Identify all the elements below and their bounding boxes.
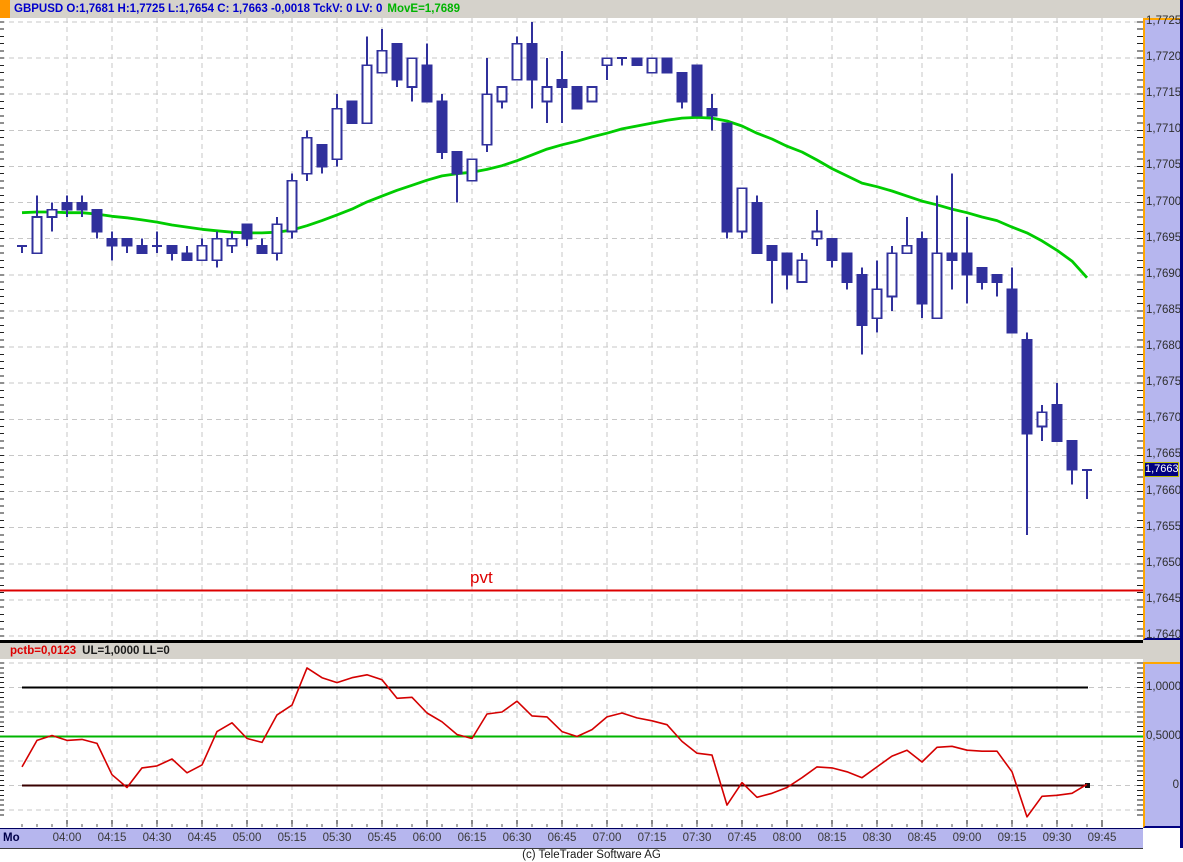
time-axis-label: 06:00	[412, 832, 442, 844]
price-axis-label: 1,7640	[1146, 628, 1182, 641]
price-axis-label: 1,7670	[1146, 412, 1182, 425]
symbol-quote-text: GBPUSD O:1,7681 H:1,7725 L:1,7654 C: 1,7…	[14, 3, 383, 15]
chart-window: GBPUSD O:1,7681 H:1,7725 L:1,7654 C: 1,7…	[0, 0, 1183, 862]
time-axis-label: 09:00	[952, 832, 982, 844]
moving-average-value-text: MovE=1,7689	[387, 3, 460, 15]
time-axis-label: 05:15	[277, 832, 307, 844]
indicator-axis-label: 1,0000	[1146, 680, 1182, 693]
indicator-value-text: pctb=0,0123	[10, 645, 77, 657]
time-axis-label: 07:45	[727, 832, 757, 844]
time-axis-label: 04:00	[52, 832, 82, 844]
indicator-axis-label: 0	[1172, 778, 1179, 791]
time-axis-label: 07:00	[592, 832, 622, 844]
time-axis-label: 06:15	[457, 832, 487, 844]
indicator-params-text: UL=1,0000 LL=0	[82, 645, 170, 657]
price-axis-label: 1,7650	[1146, 556, 1182, 569]
price-axis-label: 1,7710	[1146, 123, 1182, 136]
price-axis-label: 1,7680	[1146, 340, 1182, 353]
time-axis-label: 06:30	[502, 832, 532, 844]
price-axis-label: 1,7665	[1146, 448, 1182, 461]
time-axis-label: 07:30	[682, 832, 712, 844]
price-axis-label: 1,7725	[1146, 15, 1182, 27]
time-axis-label: 06:45	[547, 832, 577, 844]
price-axis-label: 1,7690	[1146, 267, 1182, 280]
time-axis-label: 04:30	[142, 832, 172, 844]
indicator-header-bar: pctb=0,0123 UL=1,0000 LL=0	[0, 643, 1143, 659]
price-axis-label: 1,7705	[1146, 159, 1182, 172]
price-axis-label: 1,7675	[1146, 376, 1182, 389]
price-axis-label: 1,7700	[1146, 195, 1182, 208]
time-axis-label: 05:45	[367, 832, 397, 844]
price-axis-label: 1,7660	[1146, 484, 1182, 497]
time-axis-label: 04:15	[97, 832, 127, 844]
time-axis-label: 08:45	[907, 832, 937, 844]
price-axis-label: 1,7655	[1146, 520, 1182, 533]
current-price-tag: 1,7663	[1144, 462, 1179, 477]
time-axis-label: 08:15	[817, 832, 847, 844]
time-axis-label: 07:15	[637, 832, 667, 844]
price-axis-label: 1,7645	[1146, 592, 1182, 605]
chart-canvas[interactable]	[0, 0, 1183, 862]
price-axis-label: 1,7715	[1146, 87, 1182, 100]
quote-header-bar: GBPUSD O:1,7681 H:1,7725 L:1,7654 C: 1,7…	[0, 0, 1183, 18]
time-axis-label: 09:15	[997, 832, 1027, 844]
pvt-line-label: pvt	[470, 568, 493, 587]
price-axis-label: 1,7685	[1146, 303, 1182, 316]
time-axis-label: 08:30	[862, 832, 892, 844]
time-axis-label: 08:00	[772, 832, 802, 844]
time-axis-label: 09:45	[1087, 832, 1117, 844]
time-axis-label: 05:00	[232, 832, 262, 844]
time-axis-label: 04:45	[187, 832, 217, 844]
time-axis-label: 05:30	[322, 832, 352, 844]
time-axis-label: 09:30	[1042, 832, 1072, 844]
instrument-marker-icon	[0, 0, 10, 18]
copyright-text: (c) TeleTrader Software AG	[522, 849, 661, 861]
price-axis-label: 1,7695	[1146, 231, 1182, 244]
day-of-week-label: Mo	[3, 832, 20, 844]
indicator-axis-label: 0,5000	[1146, 729, 1182, 742]
price-axis-label: 1,7720	[1146, 51, 1182, 64]
